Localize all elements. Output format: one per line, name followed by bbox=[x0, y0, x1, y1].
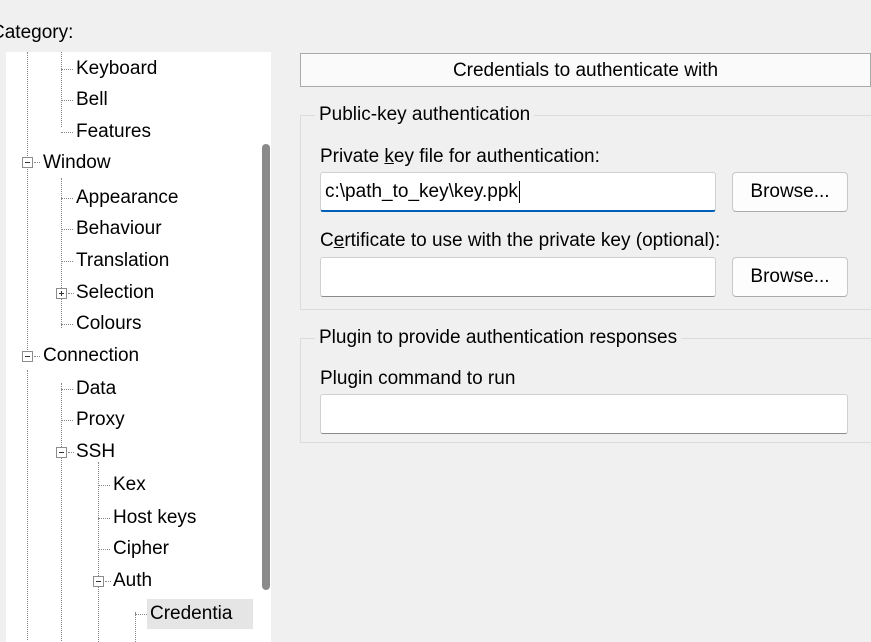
tree-item-host-keys[interactable]: Host keys bbox=[110, 503, 199, 533]
plugin-group-title: Plugin to provide authentication respons… bbox=[315, 326, 682, 350]
tree-item-window[interactable]: Window bbox=[40, 148, 114, 178]
tree-item-credentials[interactable]: Credentia bbox=[147, 599, 253, 629]
tree-item-proxy[interactable]: Proxy bbox=[73, 405, 128, 435]
tree-item-features[interactable]: Features bbox=[73, 117, 154, 147]
ssh-collapse-icon[interactable] bbox=[56, 447, 67, 458]
plugin-command-label: Plugin command to run bbox=[320, 368, 516, 389]
auth-collapse-icon[interactable] bbox=[93, 576, 104, 587]
tree-item-selection[interactable]: Selection bbox=[73, 278, 157, 308]
tree-item-appearance[interactable]: Appearance bbox=[73, 183, 181, 213]
tree-item-ssh[interactable]: SSH bbox=[73, 437, 118, 467]
text-caret bbox=[518, 180, 520, 203]
tree-item-kex[interactable]: Kex bbox=[110, 470, 149, 500]
tree-item-bell[interactable]: Bell bbox=[73, 85, 111, 115]
tree-item-cipher[interactable]: Cipher bbox=[110, 534, 172, 564]
connection-collapse-icon[interactable] bbox=[22, 351, 33, 362]
certificate-label: Certificate to use with the private key … bbox=[320, 230, 721, 251]
tree-item-behaviour[interactable]: Behaviour bbox=[73, 214, 165, 244]
browse-private-key-button[interactable]: Browse... bbox=[732, 172, 848, 212]
private-key-label: Private key file for authentication: bbox=[320, 146, 600, 167]
tree-scrollbar[interactable] bbox=[262, 144, 270, 590]
public-key-group-title: Public-key authentication bbox=[315, 103, 535, 127]
tree-item-colours[interactable]: Colours bbox=[73, 309, 144, 339]
tree-item-auth[interactable]: Auth bbox=[110, 566, 155, 596]
tree-item-translation[interactable]: Translation bbox=[73, 246, 172, 276]
certificate-input[interactable] bbox=[320, 257, 716, 297]
tree-item-keyboard[interactable]: Keyboard bbox=[73, 54, 160, 84]
selection-expand-icon[interactable] bbox=[56, 288, 67, 299]
browse-certificate-button[interactable]: Browse... bbox=[732, 257, 848, 297]
private-key-input[interactable]: c:\path_to_key\key.ppk bbox=[320, 172, 716, 212]
tree-item-connection[interactable]: Connection bbox=[40, 341, 142, 371]
category-tree[interactable]: Keyboard Bell Features Window Appearance… bbox=[6, 52, 271, 642]
tree-item-data[interactable]: Data bbox=[73, 374, 119, 404]
category-label: Category: bbox=[0, 22, 74, 43]
panel-header: Credentials to authenticate with bbox=[300, 53, 871, 87]
plugin-command-input[interactable] bbox=[320, 394, 848, 434]
window-collapse-icon[interactable] bbox=[22, 157, 33, 168]
